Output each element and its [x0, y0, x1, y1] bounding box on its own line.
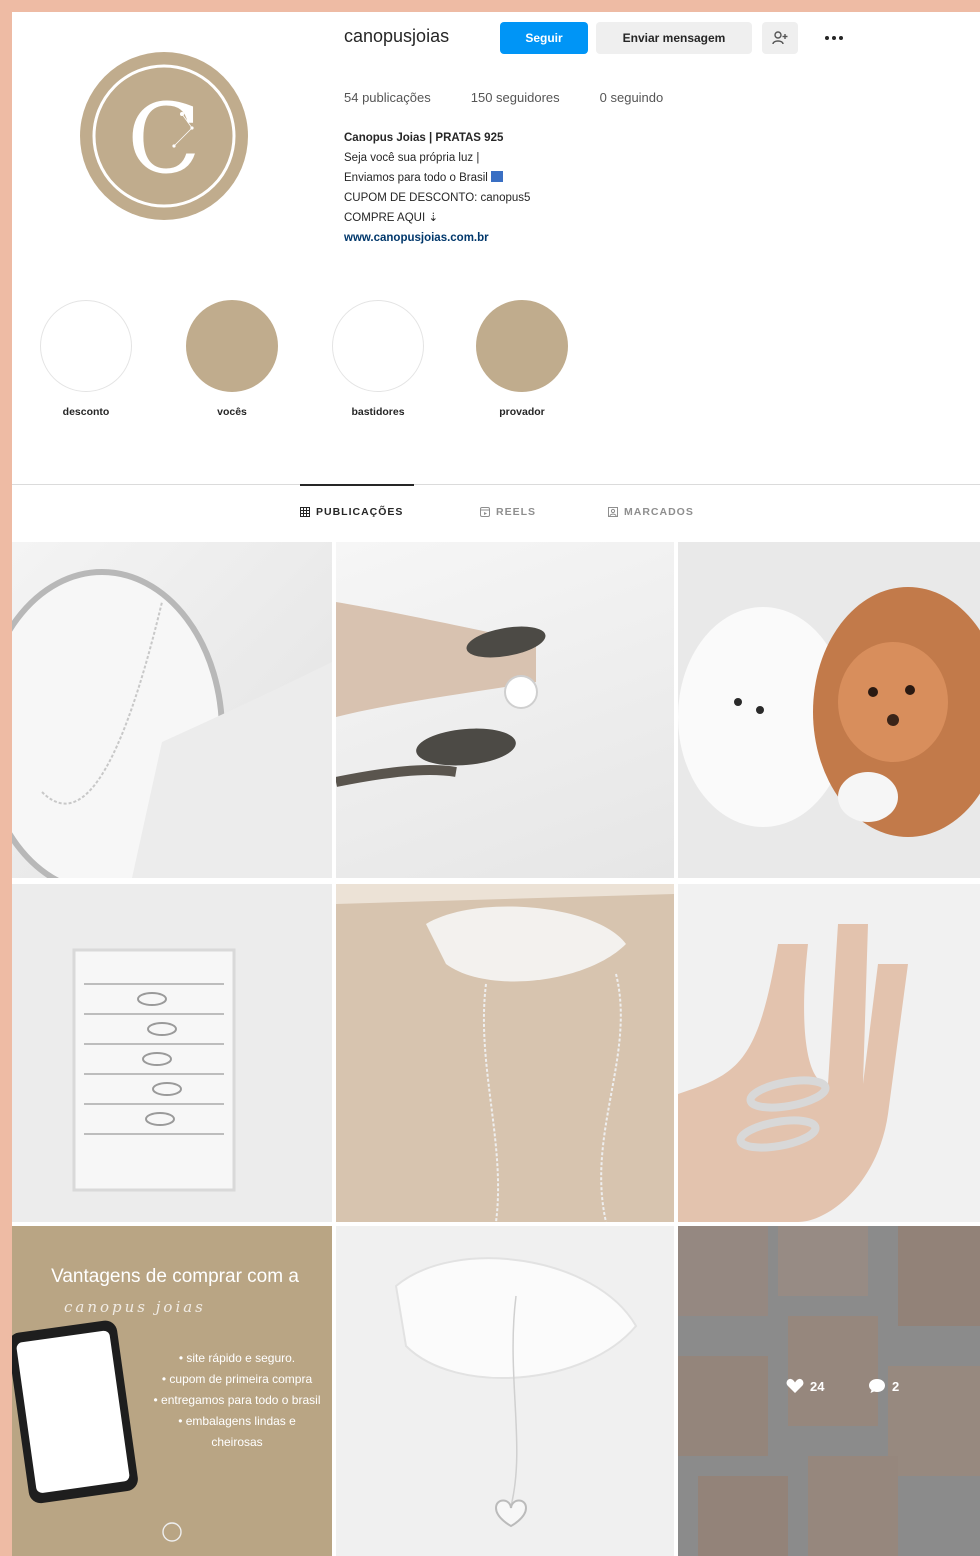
highlight-label: provador	[499, 406, 545, 418]
profile-avatar[interactable]: C	[78, 50, 250, 222]
post-image-leaf-dish-necklace	[336, 884, 674, 1222]
bio-line-shipping: Enviamos para todo o Brasil	[344, 168, 530, 188]
promo-brand: canopus joias	[64, 1298, 206, 1316]
highlight-label: desconto	[62, 406, 110, 418]
promo-post-thumbnail[interactable]: Vantagens de comprar com a canopus joias…	[12, 1226, 332, 1556]
post-image-ring-box	[12, 884, 332, 1222]
post-image-hand-ring	[336, 602, 546, 787]
promo-benefit: • embalagens lindas e cheirosas	[178, 1414, 296, 1449]
promo-benefit: • entregamos para todo o brasil	[153, 1393, 321, 1407]
tab-marcados[interactable]: MARCADOS	[608, 506, 694, 518]
person-plus-icon	[772, 31, 788, 45]
tabs-divider	[12, 484, 980, 485]
more-horizontal-icon	[825, 36, 843, 40]
bio-name: Canopus Joias | PRATAS 925	[344, 132, 504, 144]
post-thumbnail[interactable]	[336, 1226, 674, 1556]
tab-publicacoes[interactable]: PUBLICAÇÕES	[300, 506, 403, 518]
heart-icon	[786, 1378, 804, 1393]
post-image-leaf-dish-heart	[336, 1226, 674, 1556]
post-thumbnail[interactable]	[12, 542, 332, 878]
tab-label: PUBLICAÇÕES	[316, 506, 404, 518]
post-thumbnail[interactable]	[336, 542, 674, 878]
tab-label: REELS	[496, 506, 537, 518]
highlight-provador[interactable]: provador	[476, 300, 568, 418]
post-image-hand-rings	[678, 884, 980, 1222]
likes-count: 24	[810, 1378, 825, 1394]
bio-line: COMPRE AQUI ⇣	[344, 212, 438, 224]
profile-page: C canopusjoias Seguir Enviar mensagem 54…	[12, 12, 980, 1556]
bio-line: CUPOM DE DESCONTO: canopus5	[344, 192, 531, 204]
highlight-label: bastidores	[351, 406, 405, 418]
highlight-label: vocês	[217, 406, 247, 418]
comment-icon	[869, 1379, 885, 1393]
following-count[interactable]: 0 seguindo	[600, 90, 664, 105]
promo-benefit: • site rápido e seguro.	[178, 1351, 296, 1365]
send-message-button[interactable]: Enviar mensagem	[596, 22, 752, 54]
posts-count: 54 publicações	[344, 90, 431, 105]
post-image-collage	[678, 1226, 980, 1556]
brazil-flag-icon	[490, 171, 503, 182]
post-thumbnail[interactable]	[12, 884, 332, 1222]
highlight-cover	[332, 300, 424, 392]
active-tab-indicator	[300, 484, 414, 486]
post-thumbnail[interactable]	[678, 884, 980, 1222]
more-options-button[interactable]	[816, 22, 852, 54]
post-thumbnail-hovered[interactable]: 24 2	[678, 1226, 980, 1556]
post-thumbnail[interactable]	[678, 542, 980, 878]
likes-overlay: 24	[786, 1378, 824, 1394]
promo-benefits-list: • site rápido e seguro. • cupom de prime…	[152, 1348, 322, 1453]
comments-overlay: 2	[868, 1378, 899, 1394]
post-thumbnail[interactable]	[336, 884, 674, 1222]
highlight-cover	[476, 300, 568, 392]
highlight-cover	[186, 300, 278, 392]
profile-stats: 54 publicações 150 seguidores 0 seguindo	[344, 90, 663, 105]
promo-benefit: • cupom de primeira compra	[161, 1372, 313, 1386]
avatar-logo-letter: C	[127, 83, 200, 195]
follow-button[interactable]: Seguir	[500, 22, 588, 54]
post-image-mirror-necklace	[12, 569, 332, 878]
post-image-puppies	[678, 542, 980, 878]
suggested-accounts-button[interactable]	[762, 22, 798, 54]
grid-icon	[300, 507, 310, 517]
comments-count: 2	[892, 1378, 900, 1394]
tab-label: MARCADOS	[624, 506, 694, 518]
profile-bio: Canopus Joias | PRATAS 925 Seja você sua…	[344, 128, 530, 248]
tab-reels[interactable]: REELS	[480, 506, 536, 518]
promo-title: Vantagens de comprar com a	[51, 1266, 299, 1287]
highlight-cover	[40, 300, 132, 392]
profile-username: canopusjoias	[344, 26, 450, 46]
highlight-desconto[interactable]: desconto	[40, 300, 132, 418]
followers-count[interactable]: 150 seguidores	[471, 90, 560, 105]
reels-icon	[480, 507, 490, 517]
highlight-bastidores[interactable]: bastidores	[332, 300, 424, 418]
highlight-voces[interactable]: vocês	[186, 300, 278, 418]
tag-icon	[608, 507, 618, 517]
bio-line: Enviamos para todo o Brasil	[344, 172, 488, 184]
bio-line: Seja você sua própria luz |	[344, 152, 480, 164]
bio-website-link[interactable]: www.canopusjoias.com.br	[344, 232, 489, 244]
